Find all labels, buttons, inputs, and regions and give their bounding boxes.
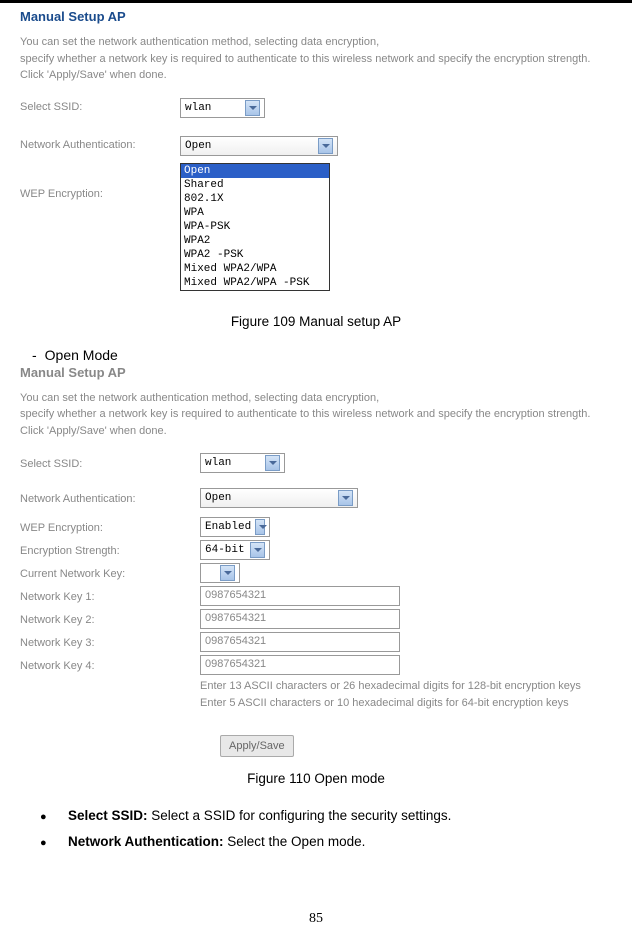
ssid-label-2: Select SSID:	[20, 456, 200, 470]
auth-select-2[interactable]: Open	[200, 488, 358, 508]
chevron-down-icon	[220, 565, 235, 581]
key1-input[interactable]: 0987654321	[200, 586, 400, 606]
key2-input[interactable]: 0987654321	[200, 609, 400, 629]
bullet-ssid: Select SSID: Select a SSID for configuri…	[40, 806, 632, 826]
chevron-down-icon	[318, 138, 333, 154]
auth-select[interactable]: Open	[180, 136, 338, 156]
auth-label: Network Authentication:	[20, 136, 180, 151]
description-text-2: You can set the network authentication m…	[20, 390, 632, 440]
key1-label: Network Key 1:	[20, 589, 200, 603]
chevron-down-icon	[265, 455, 280, 471]
page-number: 85	[0, 911, 632, 927]
wep-label-2: WEP Encryption:	[20, 520, 200, 534]
dropdown-item-8021x[interactable]: 802.1X	[181, 192, 329, 206]
figure-caption-109: Figure 109 Manual setup AP	[0, 314, 632, 329]
strength-select[interactable]: 64-bit	[200, 540, 270, 560]
heading-manual-setup-2: Manual Setup AP	[20, 365, 632, 380]
apply-save-button[interactable]: Apply/Save	[220, 735, 294, 757]
bullet-auth: Network Authentication: Select the Open …	[40, 832, 632, 852]
key2-label: Network Key 2:	[20, 612, 200, 626]
key3-input[interactable]: 0987654321	[200, 632, 400, 652]
wep-label: WEP Encryption:	[20, 185, 180, 200]
dropdown-item-mixed-psk[interactable]: Mixed WPA2/WPA -PSK	[181, 276, 329, 290]
open-mode-heading: -Open Mode	[32, 347, 632, 363]
description-text: You can set the network authentication m…	[20, 34, 632, 84]
chevron-down-icon	[245, 100, 260, 116]
ssid-select-2[interactable]: wlan	[200, 453, 285, 473]
ssid-select[interactable]: wlan	[180, 98, 265, 118]
chevron-down-icon	[250, 542, 265, 558]
ssid-label: Select SSID:	[20, 98, 180, 113]
heading-manual-setup: Manual Setup AP	[20, 9, 632, 24]
current-key-select[interactable]	[200, 563, 240, 583]
wep-select[interactable]: Enabled	[200, 517, 270, 537]
strength-label: Encryption Strength:	[20, 543, 200, 557]
chevron-down-icon	[255, 519, 265, 535]
key4-input[interactable]: 0987654321	[200, 655, 400, 675]
chevron-down-icon	[338, 490, 353, 506]
key3-label: Network Key 3:	[20, 635, 200, 649]
encryption-note: Enter 13 ASCII characters or 26 hexadeci…	[200, 678, 632, 711]
current-key-label: Current Network Key:	[20, 566, 200, 580]
auth-label-2: Network Authentication:	[20, 491, 200, 505]
dropdown-item-shared[interactable]: Shared	[181, 178, 329, 192]
dropdown-item-open[interactable]: Open	[181, 164, 329, 178]
key4-label: Network Key 4:	[20, 658, 200, 672]
figure-caption-110: Figure 110 Open mode	[0, 771, 632, 786]
